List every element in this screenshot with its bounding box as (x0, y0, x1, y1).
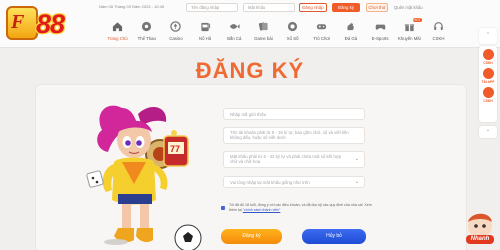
rail-scroll-down[interactable]: ⌄ (479, 126, 497, 138)
gift-icon (404, 24, 414, 32)
nav-item-lottery[interactable]: Xổ Số (278, 21, 307, 45)
rail-item-support-2[interactable]: CSKH (479, 87, 497, 103)
nav-item-fishing[interactable]: Bắn Cá (220, 21, 249, 45)
chevron-down-icon[interactable]: ⌄ (355, 179, 359, 186)
nav-item-card-games[interactable]: Game bài (249, 21, 278, 45)
rail-scroll-up[interactable]: ⌃ (479, 28, 497, 44)
right-rail: CSKH TẢI APP CSKH (479, 46, 497, 122)
login-button[interactable]: Đăng nhập (299, 3, 327, 12)
member-policy-link[interactable]: "chính sách thành viên" (243, 208, 281, 212)
spade-chip-icon (170, 21, 182, 32)
mascot-illustration: 77 (86, 105, 202, 250)
terms-checkbox[interactable] (221, 206, 225, 210)
svg-text:77: 77 (170, 144, 180, 154)
soccer-ball-icon (142, 21, 152, 32)
fish-icon (229, 24, 240, 29)
username-input[interactable]: Tên tài khoản phải từ 6 - 16 kí tự, bao … (223, 127, 365, 144)
chevron-down-icon: ⌄ (485, 127, 491, 133)
chevron-up-icon: ⌃ (485, 32, 491, 38)
password-hint: Mật khẩu phải từ 6 - 32 ký tự và phải ch… (230, 154, 342, 165)
main-nav: Trang Chủ Thể Thao Casino Nổ Hũ Bắn Cá G… (103, 18, 453, 45)
nav-item-support[interactable]: CSKH (424, 21, 453, 45)
register-button[interactable]: Đăng ký (332, 3, 360, 12)
quick-access-label: Nhanh (470, 236, 490, 242)
phone-icon (482, 68, 494, 79)
submit-register-button[interactable]: Đăng ký (221, 229, 282, 244)
page-title: ĐĂNG KÝ (195, 58, 305, 83)
hot-badge: HOT (412, 18, 422, 22)
nav-item-slots[interactable]: Nổ Hũ (191, 21, 220, 45)
chat-icon (482, 87, 494, 98)
forgot-password-link[interactable]: Quên mật khẩu (394, 5, 423, 10)
nav-item-games[interactable]: Trò Chơi (307, 21, 336, 45)
quick-access-widget[interactable]: Nhanh (460, 210, 498, 246)
password-input[interactable]: Mật khẩu phải từ 6 - 32 ký tự và phải ch… (223, 151, 365, 168)
headset-icon (434, 22, 443, 30)
playing-cards-icon (258, 22, 268, 31)
rail-item-download-app[interactable]: TẢI APP (479, 68, 497, 84)
chevron-down-icon[interactable]: ⌄ (355, 156, 359, 162)
site-logo[interactable]: F 88 (6, 6, 102, 42)
demo-button[interactable]: Chơi thử (366, 3, 388, 12)
gamepad-icon (317, 24, 327, 30)
headset-icon (482, 49, 494, 60)
header-password-input[interactable]: Mật khẩu (243, 3, 295, 12)
controller-icon (375, 24, 385, 30)
terms-text: Tôi đã đủ 18 tuổi, đồng ý với các điều k… (229, 203, 372, 212)
rail-item-support[interactable]: CSKH (479, 49, 497, 65)
nav-item-promotions[interactable]: HOT Khuyến Mãi (395, 18, 424, 45)
header-username-input[interactable]: Tên đăng nhập (186, 3, 238, 12)
cancel-button[interactable]: Hủy bỏ (302, 229, 366, 244)
confirm-password-hint: Vui lòng nhập lại mật khẩu giống như trê… (230, 180, 310, 185)
nav-item-casino[interactable]: Casino (161, 21, 190, 45)
nav-item-cockfight[interactable]: Đá Gà (336, 21, 365, 45)
nav-item-esports[interactable]: E-Sports (366, 21, 395, 45)
top-header: F 88 Năm 08 Tháng 03 Năm 2023 - 10:45 Tê… (0, 0, 500, 48)
current-datetime: Năm 08 Tháng 03 Năm 2023 - 10:45 (99, 4, 165, 9)
referral-code-input[interactable]: Nhập mã giới thiệu (223, 108, 365, 120)
home-icon (112, 22, 123, 32)
rooster-icon (347, 22, 355, 31)
slot-machine-icon (200, 22, 210, 32)
lottery-ball-icon (288, 21, 298, 32)
confirm-password-input[interactable]: Vui lòng nhập lại mật khẩu giống như trê… (223, 176, 365, 188)
nav-item-sports[interactable]: Thể Thao (132, 21, 161, 45)
nav-item-home[interactable]: Trang Chủ (103, 21, 132, 45)
